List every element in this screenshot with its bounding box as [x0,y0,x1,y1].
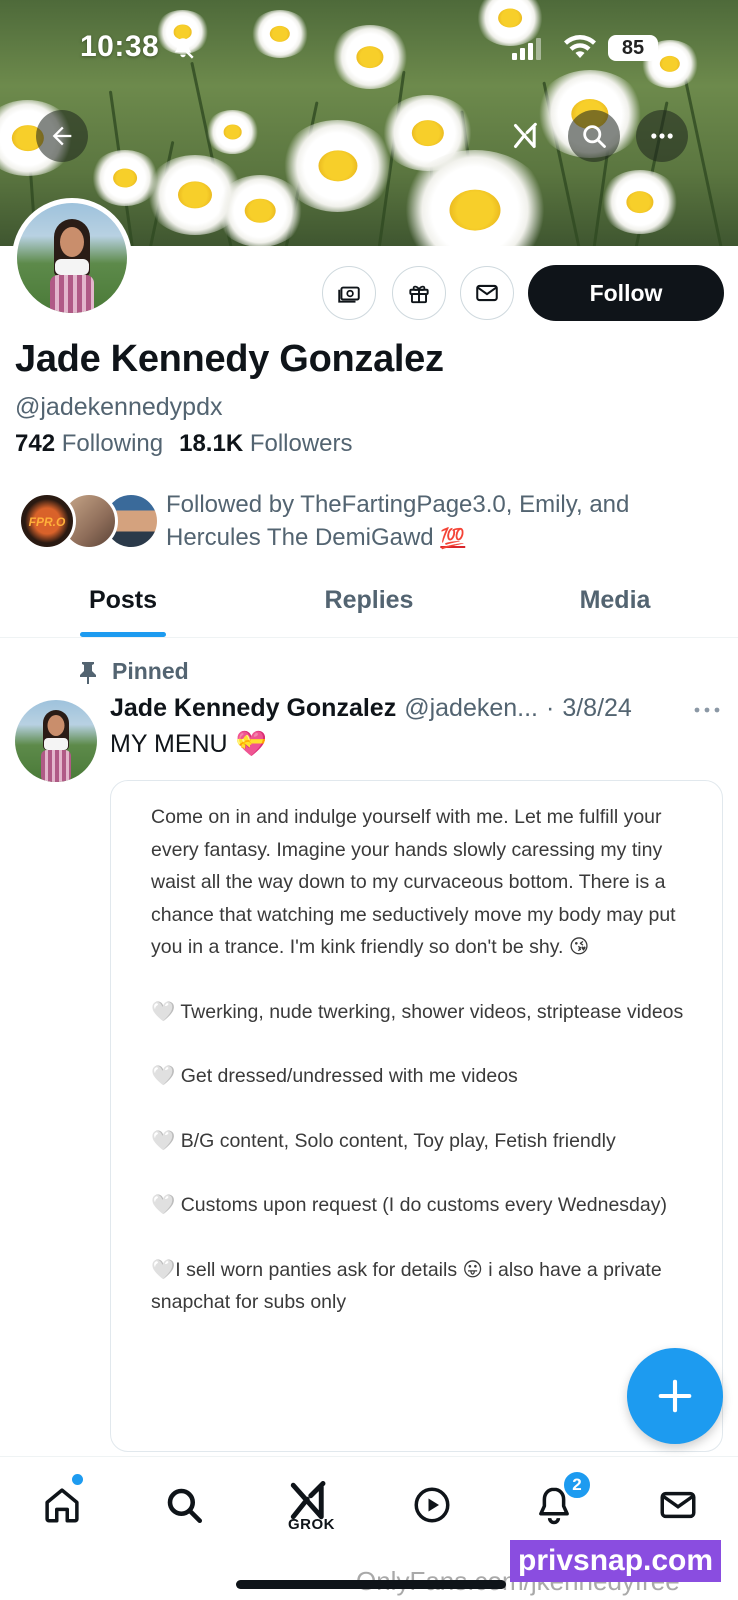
post-text: MY MENU 💝 [110,730,267,759]
grok-label: GROK [288,1516,335,1533]
post-author-handle[interactable]: @jadeken... [404,694,538,723]
pin-icon [80,661,96,684]
search-icon [583,125,606,148]
quote-paragraph: 🤍 Twerking, nude twerking, shower videos… [151,1000,684,1023]
search-button[interactable] [568,110,620,162]
plus-icon [658,1379,692,1413]
bell-off-icon [172,37,194,59]
follow-button[interactable]: Follow [528,265,724,321]
daisy-center [411,120,444,146]
home-indicator [236,1580,506,1589]
pinned-label: Pinned [112,658,189,684]
quote-card[interactable]: Come on in and indulge yourself with me.… [110,780,723,1452]
heart-ribbon-emoji: 💝 [235,730,267,758]
profile-tabs: Posts Replies Media [0,568,738,638]
tab-replies[interactable]: Replies [246,568,492,637]
back-button[interactable] [36,110,88,162]
hundred-emoji: 💯 [440,528,466,550]
avatar-top [55,259,89,275]
follow-counts: 742 Following 18.1K Followers [15,430,353,458]
daisy-flower [280,120,395,212]
followers-count: 18.1K [179,430,244,457]
money-icon [338,286,360,303]
followed-by-row[interactable]: FPR.O Followed by TheFartingPage3.0, Emi… [18,488,636,556]
followed-by-avatars: FPR.O [18,488,160,550]
following-count: 742 [15,430,56,457]
home-unread-dot [72,1474,83,1485]
pinned-indicator: Pinned [78,658,189,685]
post-dot-separator: · [546,694,555,722]
message-button[interactable] [460,266,514,320]
more-icon [651,133,673,139]
gift-icon [409,285,429,304]
more-button[interactable] [636,110,688,162]
home-icon [45,1488,79,1523]
daisy-flower [205,110,260,154]
daisy-flower [90,150,160,206]
signal-icon [512,38,541,60]
daisy-center [223,124,242,140]
avatar-pants [50,275,94,313]
followers-label: Followers [249,430,353,457]
quote-paragraph: 🤍 B/G content, Solo content, Toy play, F… [151,1129,616,1152]
post-author-name[interactable]: Jade Kennedy Gonzalez [110,694,396,723]
play-icon [414,1487,450,1523]
avatar-face [60,227,84,257]
daisy-flower [600,170,680,234]
battery-indicator: 85 [608,35,658,61]
subscribe-button[interactable] [322,266,376,320]
tab-replies-label: Replies [324,586,414,614]
post-avatar-top [44,738,68,750]
tab-media-label: Media [579,586,651,614]
nav-search[interactable] [154,1475,214,1535]
post-avatar[interactable] [15,700,97,782]
daisy-center [449,189,501,231]
following-label: Following [61,430,164,457]
daisy-center [626,191,654,213]
quote-paragraph: 🤍 Customs upon request (I do customs eve… [151,1194,667,1216]
post-date[interactable]: 3/8/24 [562,694,632,723]
gift-button[interactable] [392,266,446,320]
grok-icon [513,122,537,149]
post-more-icon[interactable] [692,700,722,720]
post-text-content: MY MENU [110,730,228,758]
tab-posts[interactable]: Posts [0,568,246,637]
mail-icon [476,284,498,302]
status-bar: 10:38 85 [0,0,738,100]
followers-link[interactable]: 18.1K Followers [179,430,352,458]
quote-paragraph: 🤍I sell worn panties ask for details 😛 i… [151,1258,662,1314]
quote-paragraph: Come on in and indulge yourself with me.… [151,806,676,958]
daisy-center [113,168,137,188]
mini-avatar-logo: FPR.O [28,515,66,529]
grok-banner-button[interactable] [500,110,552,162]
post-header: Jade Kennedy Gonzalez @jadeken... · 3/8/… [110,694,632,723]
mail-icon [660,1491,696,1519]
nav-home[interactable] [32,1475,92,1535]
followed-by-text: Followed by TheFartingPage3.0, Emily, an… [166,488,636,556]
tab-media[interactable]: Media [492,568,738,637]
daisy-center [178,181,212,209]
mini-avatar-1: FPR.O [18,492,76,550]
following-link[interactable]: 742 Following [15,430,163,458]
watermark-privsnap: privsnap.com [510,1540,722,1582]
profile-handle: @jadekennedypdx [15,393,223,421]
wifi-icon [564,35,596,58]
tab-active-indicator [80,632,166,637]
daisy-center [244,198,276,224]
back-arrow-icon [52,126,72,146]
search-icon [167,1488,203,1524]
nav-video[interactable] [402,1475,462,1535]
tab-posts-label: Posts [88,586,158,614]
notification-badge: 2 [562,1470,592,1500]
post-avatar-pants [41,750,71,782]
quote-paragraph: 🤍 Get dressed/undressed with me videos [151,1065,518,1087]
followed-by-label: Followed by TheFartingPage3.0, Emily, an… [166,491,630,551]
compose-button[interactable] [627,1348,723,1444]
display-name: Jade Kennedy Gonzalez [15,338,444,380]
profile-avatar[interactable] [12,198,132,318]
status-time: 10:38 [80,30,160,63]
post-avatar-face [47,715,65,736]
nav-messages[interactable] [648,1475,708,1535]
